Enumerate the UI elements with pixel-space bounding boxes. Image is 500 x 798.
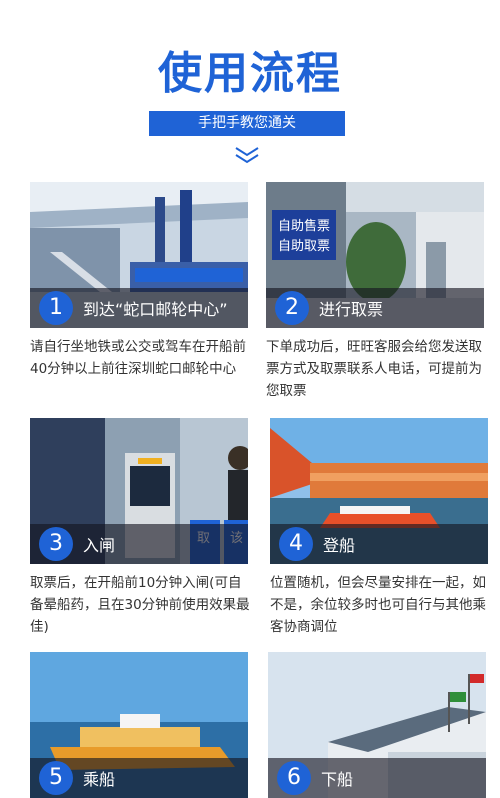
step-card-5: 5 乘船 [30,652,248,798]
step-card-4: 4 登船 位置随机，但会尽量安排在一起，如不是，余位较多时也可自行与其他乘客协商… [270,418,488,638]
step-number-badge: 2 [275,291,309,325]
step-photo-arrival-terminal: 6 下船 [268,652,486,798]
step-card-3: 取 该 3 入闸 取票后，在开船前10分钟入闸(可自备晕船药，且在30分钟前使用… [30,418,250,638]
step-photo-terminal-hall: 1 到达“蛇口邮轮中心” [30,182,248,328]
page-subtitle-banner: 手把手教您通关 [149,111,345,136]
step-description: 取票后，在开船前10分钟入闸(可自备晕船药，且在30分钟前使用效果最佳) [30,575,250,635]
step-label: 入闸 [83,536,116,555]
step-label: 登船 [323,536,356,555]
sign-text-sale: 自助售票 [278,218,330,234]
step-label: 乘船 [83,770,116,789]
step-number-badge: 1 [39,291,73,325]
step-label: 下船 [321,770,354,789]
step-photo-gate: 取 该 3 入闸 [30,418,248,564]
step-number-badge: 6 [277,761,311,795]
step-label: 进行取票 [319,300,384,319]
step-description: 请自行坐地铁或公交或驾车在开船前40分钟以上前往深圳蛇口邮轮中心 [30,339,246,377]
step-photo-ferry: 5 乘船 [30,652,248,798]
step-photo-boarding: 4 登船 [270,418,488,564]
step-number-badge: 3 [39,527,73,561]
step-card-6: 6 下船 [268,652,486,798]
step-card-1: 1 到达“蛇口邮轮中心” 请自行坐地铁或公交或驾车在开船前40分钟以上前往深圳蛇… [30,182,248,380]
sign-text-collect: 自助取票 [278,239,330,254]
step-description: 下单成功后，旺旺客服会给您发送取票方式及取票联系人电话，可提前为您取票 [266,339,482,399]
step-photo-ticket-machine: 自助售票 自助取票 2 进行取票 [266,182,484,328]
step-label: 到达“蛇口邮轮中心” [83,300,228,319]
double-chevron-down-icon [235,147,259,164]
step-card-2: 自助售票 自助取票 2 进行取票 下单成功后，旺旺客服会给您发送取票方式及取票联… [266,182,484,402]
step-description: 位置随机，但会尽量安排在一起，如不是，余位较多时也可自行与其他乘客协商调位 [270,575,486,635]
page-title: 使用流程 [158,48,342,99]
step-number-badge: 4 [279,527,313,561]
step-number-badge: 5 [39,761,73,795]
